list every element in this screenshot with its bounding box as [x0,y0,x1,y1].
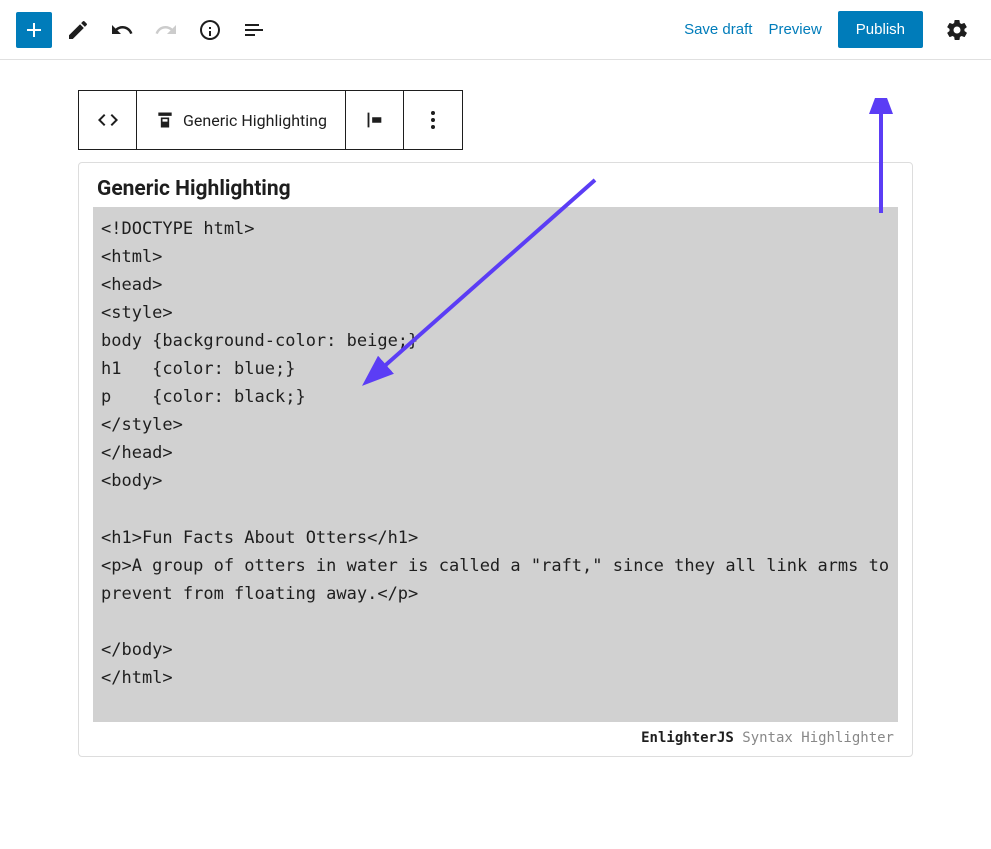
undo-button[interactable] [104,12,140,48]
block-more-options-button[interactable] [404,91,462,149]
credit-rest: Syntax Highlighter [734,730,894,746]
preview-button[interactable]: Preview [768,21,821,38]
toolbar-left-group [16,12,272,48]
editor-canvas: A l l l . . l Generic Highlighting Gener… [0,60,991,787]
gear-icon [945,18,969,42]
credit-strong: EnlighterJS [641,730,734,746]
pencil-icon [66,18,90,42]
block-type-button[interactable] [79,91,137,149]
list-view-icon [242,18,266,42]
edit-mode-button[interactable] [60,12,96,48]
block-type-label-button[interactable]: Generic Highlighting [137,91,346,149]
code-icon [96,108,120,132]
align-icon [363,109,385,131]
undo-icon [110,18,134,42]
add-block-button[interactable] [16,12,52,48]
settings-button[interactable] [939,12,975,48]
save-draft-button[interactable]: Save draft [684,21,752,38]
block-type-label-text: Generic Highlighting [183,111,327,130]
toolbar-right-group: Save draft Preview Publish [684,11,975,48]
redo-icon [154,18,178,42]
outline-button[interactable] [236,12,272,48]
publish-button[interactable]: Publish [838,11,923,48]
block-align-button[interactable] [346,91,404,149]
annotation-arrow-to-block [360,170,610,390]
highlighter-block-icon [155,110,175,130]
more-vertical-icon [421,108,445,132]
code-block-credit: EnlighterJS Syntax Highlighter [93,730,898,746]
annotation-arrow-to-publish [866,98,896,218]
plus-icon [22,18,46,42]
block-toolbar: Generic Highlighting [78,90,463,150]
info-button[interactable] [192,12,228,48]
redo-button[interactable] [148,12,184,48]
info-icon [198,18,222,42]
editor-top-toolbar: Save draft Preview Publish [0,0,991,60]
